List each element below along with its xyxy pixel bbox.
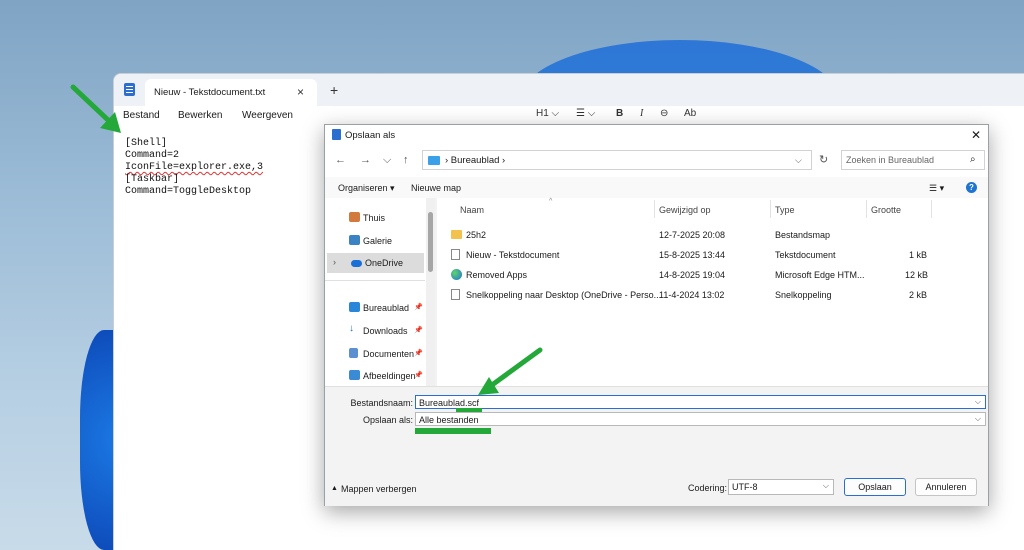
annotation-underline — [456, 408, 482, 412]
annotation-arrow-icon — [478, 347, 543, 395]
annotation-arrow-icon — [70, 84, 121, 133]
annotation-underline — [415, 428, 491, 434]
annotation-overlay — [70, 84, 543, 434]
